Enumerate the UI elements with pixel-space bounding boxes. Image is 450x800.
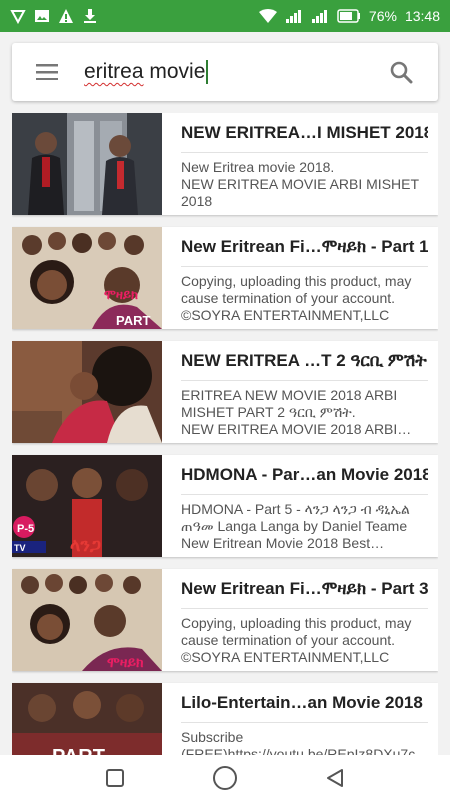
recent-apps-button[interactable] bbox=[95, 758, 135, 798]
result-info: New Eritrean Fi…ሞዛይክ - Part 1 Copying, u… bbox=[162, 227, 438, 329]
clock: 13:48 bbox=[404, 8, 440, 24]
svg-text:P-5: P-5 bbox=[17, 523, 34, 535]
result-title[interactable]: Lilo-Entertain…an Movie 2018 bbox=[181, 693, 428, 714]
result-title[interactable]: New Eritrean Fi…ሞዛይክ - Part 1 bbox=[181, 237, 428, 258]
video-result[interactable]: PART Lilo-Entertain…an Movie 2018 Subscr… bbox=[12, 683, 438, 755]
result-info: NEW ERITREA …T 2 ዓርቢ ምሽት ERITREA NEW MOV… bbox=[162, 341, 438, 443]
circle-icon bbox=[213, 765, 237, 790]
result-title[interactable]: NEW ERITREA …T 2 ዓርቢ ምሽት bbox=[181, 351, 428, 372]
result-description: New Eritrea movie 2018. NEW ERITREA MOVI… bbox=[181, 159, 419, 209]
video-result[interactable]: ሞዛይክ New Eritrean Fi…ሞዛይክ - Part 3 Copyi… bbox=[12, 569, 438, 671]
search-button[interactable] bbox=[378, 49, 424, 95]
back-button[interactable] bbox=[315, 758, 355, 798]
search-query-first: eritrea bbox=[84, 60, 144, 83]
video-result[interactable]: NEW ERITREA…I MISHET 2018 New Eritrea mo… bbox=[12, 113, 438, 215]
result-info: HDMONA - Par…an Movie 2018 HDMONA - Part… bbox=[162, 455, 438, 557]
video-thumbnail bbox=[12, 341, 162, 443]
video-thumbnail: P-5 TV ላንጋ bbox=[12, 455, 162, 557]
svg-text:ሞዛይክ: ሞዛይክ bbox=[107, 654, 144, 670]
svg-text:PART: PART bbox=[52, 746, 105, 755]
video-result[interactable]: NEW ERITREA …T 2 ዓርቢ ምሽት ERITREA NEW MOV… bbox=[12, 341, 438, 443]
divider bbox=[181, 380, 428, 381]
square-icon bbox=[106, 768, 124, 787]
video-result[interactable]: ሞዛይክ PART New Eritrean Fi…ሞዛይክ - Part 1 … bbox=[12, 227, 438, 329]
hamburger-icon bbox=[36, 64, 58, 80]
divider bbox=[181, 266, 428, 267]
result-info: NEW ERITREA…I MISHET 2018 New Eritrea mo… bbox=[162, 113, 438, 215]
result-title[interactable]: NEW ERITREA…I MISHET 2018 bbox=[181, 123, 428, 144]
divider bbox=[181, 494, 428, 495]
results-list: NEW ERITREA…I MISHET 2018 New Eritrea mo… bbox=[12, 113, 438, 755]
video-thumbnail: PART bbox=[12, 683, 162, 755]
video-result[interactable]: P-5 TV ላንጋ HDMONA - Par…an Movie 2018 HD… bbox=[12, 455, 438, 557]
battery-level: 76% bbox=[368, 8, 397, 24]
search-input[interactable]: eritrea movie bbox=[84, 52, 378, 92]
back-triangle-icon bbox=[327, 768, 343, 787]
warning-icon bbox=[58, 8, 74, 24]
signal-2-icon bbox=[311, 8, 329, 24]
image-icon bbox=[34, 8, 50, 24]
navigation-bar bbox=[0, 755, 450, 800]
result-info: Lilo-Entertain…an Movie 2018 Subscribe (… bbox=[162, 683, 438, 755]
wifi-icon bbox=[258, 8, 277, 24]
svg-text:PART: PART bbox=[116, 313, 150, 328]
result-description: Copying, uploading this product, may cau… bbox=[181, 273, 412, 325]
video-thumbnail: ሞዛይክ PART bbox=[12, 227, 162, 329]
video-thumbnail: ሞዛይክ bbox=[12, 569, 162, 671]
search-query-rest: movie bbox=[143, 60, 206, 83]
result-description: Copying, uploading this product, may cau… bbox=[181, 615, 412, 667]
download-icon bbox=[82, 8, 98, 24]
status-bar: 76% 13:48 bbox=[0, 0, 450, 32]
result-description: HDMONA - Part 5 - ላንጋ ላንጋ ብ ዳኒኤል ጠዓመ Lan… bbox=[181, 501, 410, 551]
divider bbox=[181, 608, 428, 609]
svg-text:TV: TV bbox=[14, 543, 26, 553]
svg-text:ሞዛይክ: ሞዛይክ bbox=[104, 287, 138, 302]
text-caret bbox=[206, 60, 209, 84]
divider bbox=[181, 722, 428, 723]
vpn-icon bbox=[10, 8, 26, 24]
search-bar: eritrea movie bbox=[12, 43, 438, 101]
divider bbox=[181, 152, 428, 153]
result-description: ERITREA NEW MOVIE 2018 ARBI MISHET PART … bbox=[181, 387, 412, 437]
svg-text:ላንጋ: ላንጋ bbox=[70, 535, 101, 555]
signal-icon bbox=[285, 8, 303, 24]
search-icon bbox=[390, 61, 413, 84]
result-info: New Eritrean Fi…ሞዛይክ - Part 3 Copying, u… bbox=[162, 569, 438, 671]
menu-button[interactable] bbox=[24, 49, 70, 95]
result-title[interactable]: New Eritrean Fi…ሞዛይክ - Part 3 bbox=[181, 579, 428, 600]
video-thumbnail bbox=[12, 113, 162, 215]
result-description: Subscribe (FREE)https://youtu.be/REpIz8D… bbox=[181, 729, 416, 755]
battery-icon bbox=[337, 9, 361, 23]
result-title[interactable]: HDMONA - Par…an Movie 2018 bbox=[181, 465, 428, 486]
home-button[interactable] bbox=[205, 758, 245, 798]
